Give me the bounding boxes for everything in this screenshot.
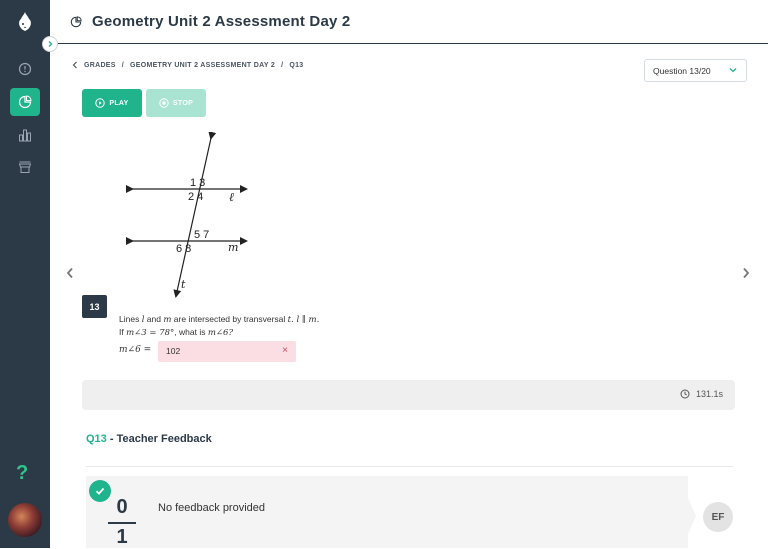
question-text: If — [119, 327, 124, 337]
logo-icon[interactable] — [15, 10, 35, 34]
stop-label: STOP — [172, 99, 194, 107]
score: 0 1 — [108, 496, 136, 549]
avatar[interactable] — [8, 503, 42, 537]
clock-icon — [680, 389, 690, 399]
pie-chart-icon — [18, 95, 32, 109]
play-icon — [95, 98, 106, 108]
play-label: PLAY — [109, 99, 129, 107]
collapse-sidebar-button[interactable] — [42, 36, 58, 52]
help-icon[interactable]: ? — [16, 462, 28, 485]
timer-value: 131.1s — [695, 389, 723, 399]
collapse-icon — [48, 41, 53, 47]
answer-value: 102 — [166, 346, 181, 356]
info-icon — [18, 62, 32, 76]
sidebar: ? — [0, 0, 50, 548]
feedback-title: Q13 - Teacher Feedback — [86, 433, 212, 445]
breadcrumb-item-question: Q13 — [289, 61, 304, 69]
timer-bar: 131.1s — [82, 380, 735, 410]
previous-question-button[interactable] — [66, 266, 74, 282]
top-bar: Geometry Unit 2 Assessment Day 2 — [50, 0, 768, 44]
breadcrumb-item-grades[interactable]: GRADES — [84, 62, 116, 69]
angle-labels-bottom-lower: 6 8 — [176, 243, 191, 255]
chevron-left-icon — [66, 267, 73, 279]
question-text: m — [163, 315, 172, 325]
question-text: and — [146, 314, 161, 324]
close-icon: × — [282, 345, 288, 356]
stop-icon — [159, 98, 169, 108]
breadcrumb-separator: / — [281, 61, 284, 69]
question-text: , what is — [174, 327, 206, 337]
teacher-avatar: EF — [703, 502, 733, 532]
feedback-card-tail — [688, 498, 696, 534]
answer-field: 102 × — [158, 341, 296, 362]
angle-labels-top-lower: 2 4 — [188, 191, 203, 203]
answer-label: m∠6 = — [119, 345, 152, 355]
question-text-line1: Lines l and m are intersected by transve… — [119, 314, 319, 325]
pie-chart-icon — [70, 15, 82, 33]
score-denominator: 1 — [116, 526, 128, 548]
page-title: Geometry Unit 2 Assessment Day 2 — [92, 13, 351, 30]
question-text: l — [141, 315, 145, 325]
label-m: m — [228, 241, 238, 254]
chevron-left-icon — [72, 61, 77, 69]
label-l: ℓ — [229, 190, 234, 204]
chevron-right-icon — [743, 267, 750, 279]
nav-item-reports[interactable] — [10, 88, 40, 116]
breadcrumb: GRADES / GEOMETRY UNIT 2 ASSESSMENT DAY … — [72, 61, 304, 69]
angle-labels-bottom: 5 7 — [194, 229, 209, 241]
question-text: m∠3 = 78° — [126, 328, 175, 338]
nav-item-stats[interactable] — [10, 121, 40, 149]
parallel-lines-diagram: 1 3 2 4 5 7 6 8 ℓ m t — [126, 132, 248, 298]
store-icon — [18, 161, 32, 173]
feedback-title-text: - Teacher Feedback — [106, 433, 212, 445]
question-text: t. l ∥ m. — [287, 315, 320, 325]
question-select[interactable]: Question 13/20 — [644, 59, 747, 82]
score-numerator: 0 — [116, 496, 128, 518]
angle-labels-top: 1 3 — [190, 177, 205, 189]
label-t: t — [181, 278, 186, 291]
chevron-down-icon — [729, 68, 737, 73]
question-text: m∠6? — [207, 328, 234, 338]
nav-item-store[interactable] — [10, 153, 40, 181]
question-text: Lines — [119, 314, 140, 324]
breadcrumb-item-assessment[interactable]: GEOMETRY UNIT 2 ASSESSMENT DAY 2 — [130, 62, 275, 69]
question-text-line2: If m∠3 = 78°, what is m∠6? — [119, 327, 233, 338]
question-number-badge: 13 — [82, 295, 107, 318]
nav-item-info[interactable] — [10, 55, 40, 83]
feedback-title-question: Q13 — [86, 433, 107, 445]
next-question-button[interactable] — [742, 266, 750, 282]
question-select-value: Question 13/20 — [653, 66, 711, 76]
bar-chart-icon — [19, 129, 31, 142]
question-text: are intersected by transversal — [173, 314, 286, 324]
score-fraction-bar — [108, 522, 136, 524]
breadcrumb-separator: / — [121, 61, 124, 69]
feedback-text: No feedback provided — [158, 502, 266, 514]
play-button[interactable]: PLAY — [82, 89, 142, 117]
stop-button[interactable]: STOP — [146, 89, 206, 117]
line-t — [173, 132, 217, 298]
divider — [86, 466, 733, 467]
